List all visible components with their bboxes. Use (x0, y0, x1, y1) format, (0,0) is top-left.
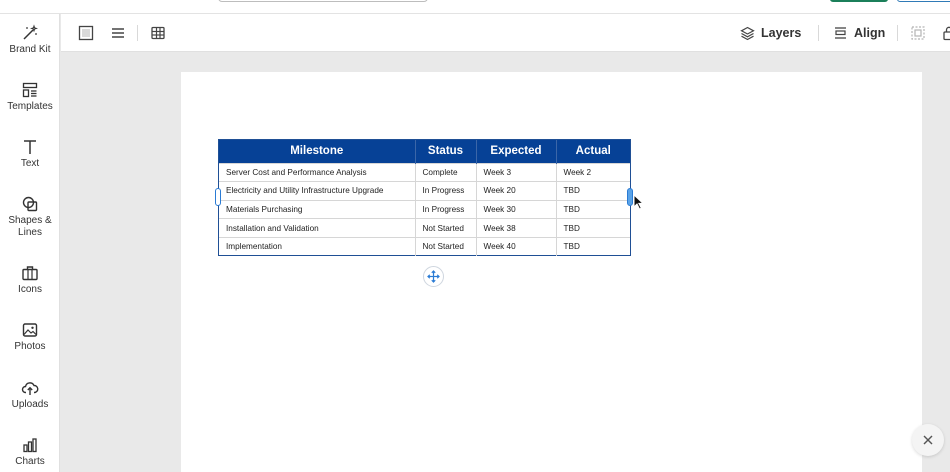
sidebar-item-label: Charts (15, 456, 45, 467)
cell-expected[interactable]: Week 38 (476, 218, 557, 238)
cell-actual[interactable]: TBD (556, 236, 630, 256)
left-sidebar: Brand Kit Templates Text Shapes & Lines … (0, 14, 60, 472)
cell-status[interactable]: Complete (415, 162, 477, 182)
layers-label: Layers (761, 26, 802, 40)
cell-status[interactable]: In Progress (415, 199, 477, 219)
sidebar-item-label: Icons (18, 284, 42, 295)
top-header-strip (0, 0, 950, 14)
border-style-button[interactable] (77, 24, 95, 42)
cell-milestone[interactable]: Server Cost and Performance Analysis (219, 162, 416, 182)
header-milestone[interactable]: Milestone (219, 140, 416, 163)
header-actual[interactable]: Actual (556, 140, 630, 163)
sidebar-item-templates[interactable]: Templates (0, 81, 60, 113)
line-spacing-button[interactable] (109, 24, 127, 42)
cell-actual[interactable]: TBD (556, 218, 630, 238)
cell-status[interactable]: In Progress (415, 181, 477, 201)
cell-actual[interactable]: TBD (556, 199, 630, 219)
cell-milestone[interactable]: Implementation (219, 236, 416, 256)
sidebar-item-text[interactable]: Text (0, 138, 60, 170)
table-row: Electricity and Utility Infrastructure U… (219, 181, 630, 201)
table-row: Installation and Validation Not Started … (219, 218, 630, 238)
sidebar-item-label: Photos (14, 341, 46, 352)
table-grid-icon (151, 26, 165, 40)
close-button[interactable] (912, 424, 944, 456)
sidebar-item-label: Templates (7, 101, 53, 112)
sidebar-item-photos[interactable]: Photos (0, 321, 60, 353)
border-box-icon (78, 25, 94, 41)
sidebar-item-brand-kit[interactable]: Brand Kit (0, 24, 60, 56)
header-status[interactable]: Status (415, 140, 477, 163)
table-header-row: Milestone Status Expected Actual (219, 140, 630, 163)
sidebar-item-label: Brand Kit (9, 44, 51, 55)
align-label: Align (854, 26, 886, 40)
sidebar-item-label: Shapes & Lines (8, 215, 52, 238)
toolbar-divider (897, 25, 898, 41)
text-icon (24, 140, 36, 154)
editor-toolbar: Layers Align (61, 14, 950, 52)
cell-milestone[interactable]: Materials Purchasing (219, 199, 416, 219)
layers-button[interactable]: Layers (740, 23, 801, 43)
table-row: Server Cost and Performance Analysis Com… (219, 162, 630, 182)
photo-icon (22, 323, 38, 337)
resize-handle-left[interactable] (215, 188, 221, 206)
move-arrows-icon (427, 270, 440, 283)
primary-action-button[interactable] (830, 0, 888, 2)
cell-status[interactable]: Not Started (415, 218, 477, 238)
briefcase-icon (22, 266, 38, 281)
group-icon (911, 26, 925, 40)
lock-icon (943, 26, 950, 41)
design-page[interactable] (181, 72, 922, 472)
layers-icon (740, 26, 755, 40)
cell-expected[interactable]: Week 3 (476, 162, 557, 182)
toolbar-divider (818, 25, 819, 41)
toolbar-divider (137, 25, 138, 41)
cell-actual[interactable]: Week 2 (556, 162, 630, 182)
table-settings-button[interactable] (149, 24, 167, 42)
group-button[interactable] (909, 24, 927, 42)
cell-actual[interactable]: TBD (556, 181, 630, 201)
sidebar-item-icons[interactable]: Icons (0, 264, 60, 296)
menu-lines-icon (112, 28, 124, 38)
cloud-upload-icon (21, 382, 39, 395)
move-handle[interactable] (423, 266, 444, 287)
table-row: Materials Purchasing In Progress Week 30… (219, 199, 630, 219)
lock-button[interactable] (940, 24, 950, 42)
templates-icon (22, 82, 38, 98)
sidebar-item-charts[interactable]: Charts (0, 436, 60, 468)
align-icon (835, 26, 846, 39)
table-row: Implementation Not Started Week 40 TBD (219, 236, 630, 256)
cell-milestone[interactable]: Electricity and Utility Infrastructure U… (219, 181, 416, 201)
sidebar-item-uploads[interactable]: Uploads (0, 379, 60, 411)
align-button[interactable]: Align (833, 23, 885, 43)
shapes-icon (22, 196, 38, 212)
secondary-action-button[interactable] (897, 0, 950, 2)
magic-wand-icon (23, 24, 38, 40)
sidebar-item-label: Uploads (11, 399, 49, 410)
milestone-table[interactable]: Milestone Status Expected Actual Server … (218, 139, 631, 256)
close-icon (923, 435, 933, 445)
cell-milestone[interactable]: Installation and Validation (219, 218, 416, 238)
cell-expected[interactable]: Week 20 (476, 181, 557, 201)
title-field[interactable] (218, 0, 428, 2)
cell-status[interactable]: Not Started (415, 236, 477, 256)
sidebar-item-label: Text (20, 158, 40, 169)
mouse-pointer-icon (633, 193, 645, 215)
sidebar-item-shapes-lines[interactable]: Shapes & Lines (0, 195, 60, 238)
header-expected[interactable]: Expected (476, 140, 557, 163)
cell-expected[interactable]: Week 30 (476, 199, 557, 219)
cell-expected[interactable]: Week 40 (476, 236, 557, 256)
bar-chart-icon (23, 438, 37, 453)
